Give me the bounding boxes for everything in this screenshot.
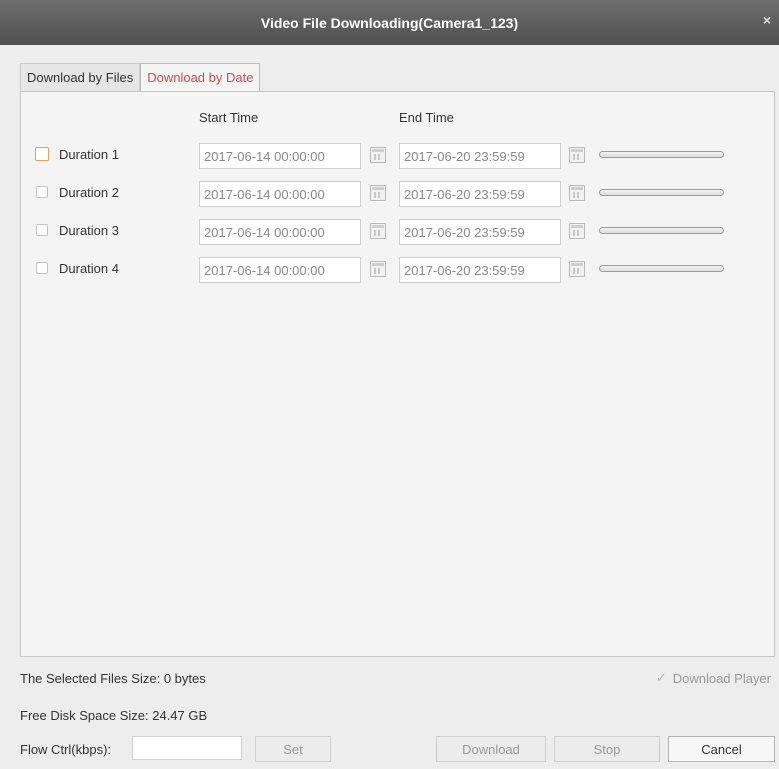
title-bar: Video File Downloading(Camera1_123) × <box>0 0 779 45</box>
end-time-field[interactable] <box>399 181 561 207</box>
flow-ctrl-label: Flow Ctrl(kbps): <box>20 742 112 757</box>
duration-4-checkbox[interactable] <box>36 262 48 274</box>
set-button[interactable]: Set <box>255 736 331 762</box>
calendar-icon[interactable] <box>569 185 585 201</box>
duration-2-checkbox[interactable] <box>36 186 48 198</box>
download-progress-bar <box>599 189 724 196</box>
calendar-icon[interactable] <box>370 185 386 201</box>
cancel-button[interactable]: Cancel <box>668 736 775 762</box>
download-by-date-panel: Start Time End Time Duration 1 Duration … <box>20 91 775 657</box>
start-time-field[interactable] <box>199 257 361 283</box>
window-title: Video File Downloading(Camera1_123) <box>260 14 519 31</box>
duration-row: Duration 4 <box>21 257 776 283</box>
duration-row: Duration 2 <box>21 181 776 207</box>
tab-download-by-date[interactable]: Download by Date <box>140 63 261 92</box>
start-time-header: Start Time <box>199 110 259 125</box>
selected-files-size: The Selected Files Size: 0 bytes <box>20 671 206 686</box>
start-time-field[interactable] <box>199 143 361 169</box>
free-space-label: Free Disk Space Size: <box>20 708 149 723</box>
start-time-field[interactable] <box>199 181 361 207</box>
end-time-header: End Time <box>399 110 454 125</box>
download-button[interactable]: Download <box>436 736 546 762</box>
calendar-icon[interactable] <box>370 261 386 277</box>
tab-strip: Download by Files Download by Date <box>20 63 261 92</box>
duration-label: Duration 1 <box>59 147 119 162</box>
close-icon[interactable]: × <box>763 12 771 28</box>
calendar-icon[interactable] <box>370 223 386 239</box>
flow-ctrl-input[interactable] <box>132 736 242 760</box>
duration-row: Duration 3 <box>21 219 776 245</box>
duration-label: Duration 4 <box>59 261 119 276</box>
download-progress-bar <box>599 265 724 272</box>
end-time-field[interactable] <box>399 143 561 169</box>
download-progress-bar <box>599 227 724 234</box>
tab-download-by-files[interactable]: Download by Files <box>20 63 141 91</box>
duration-label: Duration 2 <box>59 185 119 200</box>
end-time-field[interactable] <box>399 257 561 283</box>
calendar-icon[interactable] <box>569 223 585 239</box>
stop-button[interactable]: Stop <box>554 736 660 762</box>
free-disk-space: Free Disk Space Size: 24.47 GB <box>20 708 207 723</box>
calendar-icon[interactable] <box>569 261 585 277</box>
download-player-option[interactable]: ✓ Download Player <box>656 670 771 686</box>
selected-size-value: 0 bytes <box>163 671 206 686</box>
checkmark-icon[interactable]: ✓ <box>656 670 667 686</box>
calendar-icon[interactable] <box>370 147 386 163</box>
calendar-icon[interactable] <box>569 147 585 163</box>
download-progress-bar <box>599 151 724 158</box>
free-space-value: 24.47 GB <box>152 708 208 723</box>
duration-label: Duration 3 <box>59 223 119 238</box>
duration-row: Duration 1 <box>21 143 776 169</box>
duration-3-checkbox[interactable] <box>36 224 48 236</box>
duration-1-checkbox[interactable] <box>35 147 49 161</box>
end-time-field[interactable] <box>399 219 561 245</box>
selected-size-label: The Selected Files Size: <box>20 671 161 686</box>
download-player-label: Download Player <box>672 670 771 686</box>
start-time-field[interactable] <box>199 219 361 245</box>
